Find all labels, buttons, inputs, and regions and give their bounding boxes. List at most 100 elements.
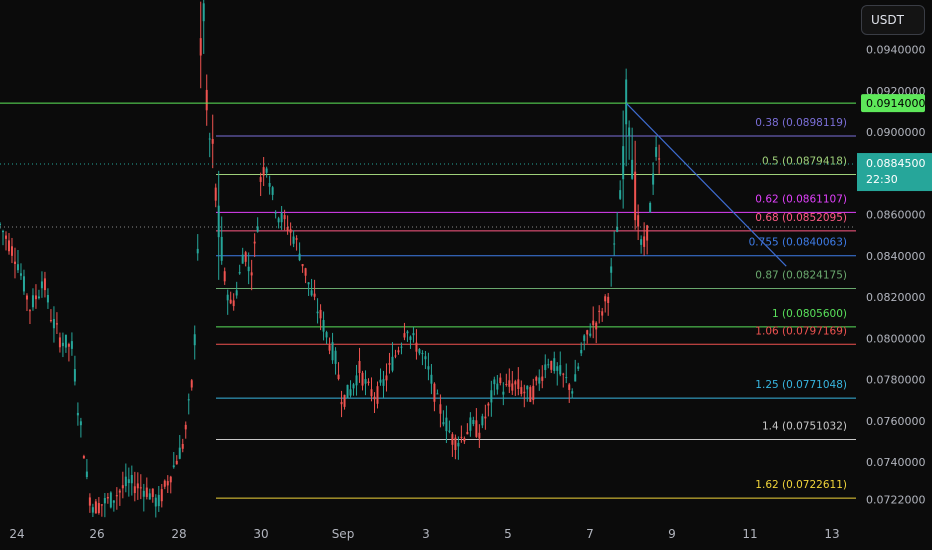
candle-body — [634, 171, 637, 221]
candle-body — [124, 476, 127, 487]
candle-body — [550, 360, 553, 370]
fib-label: 1.25 (0.0771048) — [755, 379, 847, 391]
candle-body — [487, 403, 490, 406]
candle-body — [31, 295, 34, 308]
countdown-label: 22:30 — [866, 173, 898, 186]
candle-body — [118, 490, 121, 493]
candle-body — [355, 375, 358, 386]
candle-body — [535, 377, 538, 381]
candle-body — [598, 310, 601, 312]
candle-body — [457, 442, 460, 447]
candle-body — [94, 501, 97, 514]
candle-body — [70, 341, 73, 349]
time-tick-label: 11 — [742, 527, 757, 541]
price-chart[interactable]: 0.38 (0.0898119) 0.5 (0.0879418) 0.62 (0.0… — [0, 0, 932, 550]
candle-body — [523, 391, 526, 394]
candle-body — [559, 365, 562, 375]
candle-body — [106, 496, 109, 499]
fib-label: 1.4 (0.0751032) — [762, 420, 847, 432]
candle-body — [379, 379, 382, 383]
candle-body — [541, 376, 544, 381]
candle-body — [331, 342, 334, 361]
currency-button[interactable]: USDT — [861, 5, 925, 35]
candle-body — [358, 361, 361, 374]
candle-body — [616, 226, 619, 232]
candle-body — [220, 236, 223, 261]
candle-body — [64, 334, 67, 348]
candle-body — [7, 240, 10, 252]
candle-body — [268, 183, 271, 187]
candle-body — [406, 331, 409, 334]
candle-body — [160, 489, 163, 502]
candle-body — [97, 503, 100, 514]
candle-body — [508, 380, 511, 387]
time-tick-label: 3 — [422, 527, 430, 541]
candle-body — [133, 486, 136, 494]
time-tick-label: 28 — [171, 527, 186, 541]
time-tick-label: 24 — [9, 527, 24, 541]
candle-body — [511, 383, 514, 391]
candle-body — [421, 353, 424, 355]
candle-body — [361, 372, 364, 386]
candle-body — [76, 412, 79, 416]
candle-body — [562, 373, 565, 375]
candle-body — [238, 272, 241, 274]
candle-body — [247, 266, 250, 272]
candle-body — [295, 238, 298, 240]
candle-body — [208, 138, 211, 140]
candle-body — [547, 364, 550, 366]
fib-label: 1 (0.0805600) — [772, 308, 847, 320]
candle-body — [337, 374, 340, 380]
candle-body — [127, 479, 130, 484]
current-price-label: 0.0884500 — [866, 157, 926, 170]
candle-body — [640, 239, 643, 245]
time-tick-label: 7 — [586, 527, 594, 541]
candle-body — [493, 379, 496, 385]
candle-body — [313, 293, 316, 297]
candle-body — [145, 487, 148, 497]
candle-body — [193, 334, 196, 346]
candle-body — [388, 363, 391, 365]
candle-body — [655, 147, 658, 157]
candle-body — [607, 296, 610, 303]
candle-body — [328, 345, 331, 351]
candle-body — [250, 272, 253, 276]
candle-body — [274, 212, 277, 214]
candle-body — [22, 276, 25, 292]
candle-body — [514, 381, 517, 385]
candle-body — [10, 246, 13, 256]
candle-body — [289, 229, 292, 233]
candle-body — [583, 335, 586, 341]
candle-body — [319, 309, 322, 319]
candle-body — [157, 494, 160, 507]
candle-body — [349, 389, 352, 396]
candle-body — [235, 290, 238, 296]
candle-body — [34, 295, 37, 300]
candle-body — [73, 369, 76, 382]
time-tick-label: 5 — [504, 527, 512, 541]
time-tick-label: 30 — [253, 527, 268, 541]
candle-body — [280, 212, 283, 223]
candle-body — [439, 404, 442, 414]
candle-body — [430, 374, 433, 384]
candle-body — [478, 432, 481, 439]
candle-body — [55, 323, 58, 325]
candle-body — [16, 264, 19, 271]
candle-body — [223, 271, 226, 282]
candle-body — [88, 497, 91, 506]
candle-body — [253, 241, 256, 244]
candle-body — [187, 399, 190, 401]
candle-body — [643, 236, 646, 247]
candle-body — [619, 190, 622, 199]
candle-body — [499, 377, 502, 384]
candle-body — [91, 507, 94, 513]
candle-body — [226, 294, 229, 301]
candle-body — [232, 300, 235, 307]
candle-body — [376, 386, 379, 404]
candle-body — [100, 504, 103, 506]
price-tick-label: 0.0760000 — [866, 415, 926, 428]
candle-body — [646, 225, 649, 241]
candle-body — [28, 310, 31, 312]
candle-body — [412, 333, 415, 336]
candle-body — [148, 493, 151, 500]
